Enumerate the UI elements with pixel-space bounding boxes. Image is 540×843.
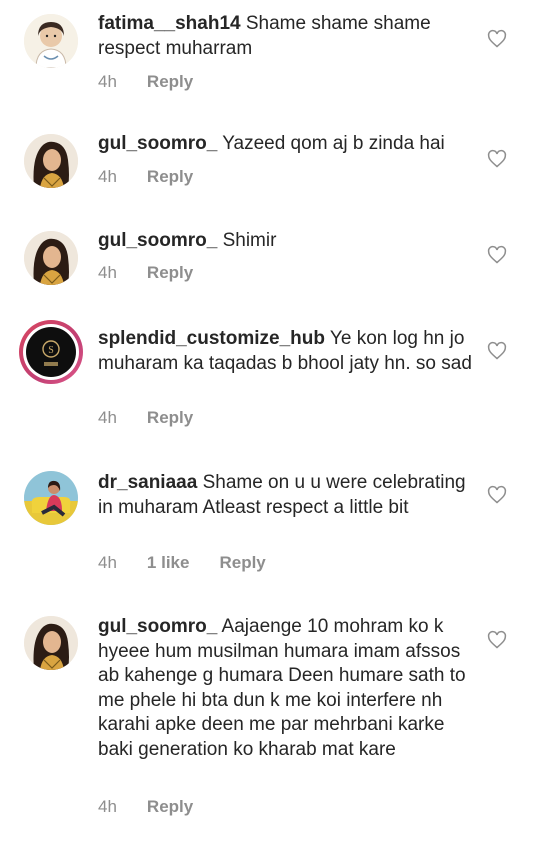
reply-button[interactable]: Reply — [147, 263, 193, 283]
avatar[interactable] — [24, 471, 78, 525]
heart-icon[interactable] — [487, 245, 507, 265]
comments-list: fatima__shah14 Shame shame shame respect… — [0, 0, 540, 843]
reply-button[interactable]: Reply — [147, 797, 193, 817]
avatar[interactable] — [24, 134, 78, 188]
comment-meta: 4h Reply — [98, 72, 223, 92]
comment-time: 4h — [98, 408, 117, 427]
comment-body: fatima__shah14 Shame shame shame respect… — [98, 12, 476, 61]
svg-text:S: S — [48, 345, 54, 356]
comment-body: gul_soomro_ Yazeed qom aj b zinda hai — [98, 132, 476, 157]
reply-button[interactable]: Reply — [147, 408, 193, 428]
comment-likes[interactable]: 1 like — [147, 553, 190, 573]
comment-time: 4h — [98, 797, 117, 816]
reply-button[interactable]: Reply — [219, 553, 265, 573]
comment-time: 4h — [98, 263, 117, 282]
comment-body: splendid_customize_hub Ye kon log hn jo … — [98, 327, 476, 376]
comment-time: 4h — [98, 72, 117, 91]
comment-time: 4h — [98, 167, 117, 186]
comment-body: gul_soomro_ Aajaenge 10 mohram ko k hyee… — [98, 615, 476, 762]
comment-username[interactable]: dr_saniaaa — [98, 472, 197, 493]
avatar-image — [24, 616, 78, 670]
avatar-image: S — [26, 327, 76, 377]
comment-meta: 4h Reply — [98, 408, 223, 428]
avatar[interactable] — [24, 14, 78, 68]
comment-text: Shimir — [222, 230, 277, 251]
avatar[interactable] — [24, 616, 78, 670]
comment-text: Yazeed qom aj b zinda hai — [222, 133, 445, 154]
avatar[interactable]: S — [19, 320, 83, 384]
comment-body: gul_soomro_ Shimir — [98, 229, 476, 254]
comment-username[interactable]: gul_soomro_ — [98, 133, 217, 154]
avatar-image — [24, 471, 78, 525]
comment-text: Aajaenge 10 mohram ko k hyeee hum musilm… — [98, 616, 466, 760]
comment-username[interactable]: gul_soomro_ — [98, 230, 217, 251]
heart-icon[interactable] — [487, 29, 507, 49]
comment-body: dr_saniaaa Shame on u u were celebrating… — [98, 471, 476, 520]
heart-icon[interactable] — [487, 485, 507, 505]
avatar-image — [24, 231, 78, 285]
heart-icon[interactable] — [487, 630, 507, 650]
reply-button[interactable]: Reply — [147, 72, 193, 92]
heart-icon[interactable] — [487, 341, 507, 361]
comment-meta: 4h Reply — [98, 797, 223, 817]
avatar-image — [24, 134, 78, 188]
reply-button[interactable]: Reply — [147, 167, 193, 187]
comment-time: 4h — [98, 553, 117, 572]
comment-username[interactable]: fatima__shah14 — [98, 13, 241, 34]
comment-meta: 4h Reply — [98, 167, 223, 187]
avatar-image — [24, 14, 78, 68]
avatar[interactable] — [24, 231, 78, 285]
comment-username[interactable]: gul_soomro_ — [98, 616, 217, 637]
comment-username[interactable]: splendid_customize_hub — [98, 328, 325, 349]
comment-meta: 4h Reply — [98, 263, 223, 283]
heart-icon[interactable] — [487, 149, 507, 169]
comment-meta: 4h 1 like Reply — [98, 553, 296, 573]
